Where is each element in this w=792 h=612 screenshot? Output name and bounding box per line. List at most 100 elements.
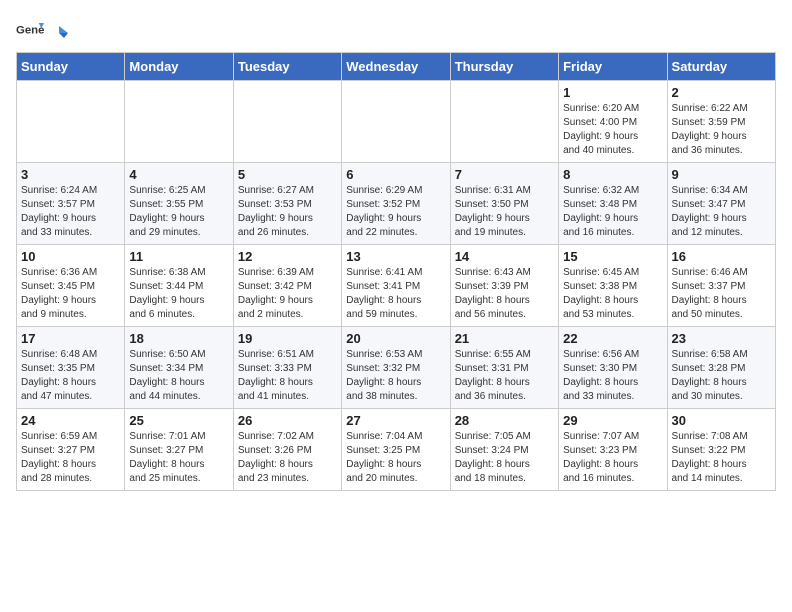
day-header-thursday: Thursday (450, 53, 558, 81)
day-number: 14 (455, 249, 554, 264)
day-number: 10 (21, 249, 120, 264)
page-header: General (16, 16, 776, 44)
day-number: 12 (238, 249, 337, 264)
day-info: Sunrise: 6:27 AM Sunset: 3:53 PM Dayligh… (238, 184, 337, 240)
day-number: 2 (672, 85, 771, 100)
day-header-monday: Monday (125, 53, 233, 81)
day-number: 6 (346, 167, 445, 182)
calendar-cell: 19 Sunrise: 6:51 AM Sunset: 3:33 PM Dayli… (233, 327, 341, 409)
calendar-cell: 1 Sunrise: 6:20 AM Sunset: 4:00 PM Daylig… (559, 81, 667, 163)
day-header-tuesday: Tuesday (233, 53, 341, 81)
day-number: 4 (129, 167, 228, 182)
calendar-cell: 25 Sunrise: 7:01 AM Sunset: 3:27 PM Dayli… (125, 409, 233, 491)
calendar-cell: 24Sunrise: 6:59 AM Sunset: 3:27 PM Dayli… (17, 409, 125, 491)
calendar-cell: 9Sunrise: 6:34 AM Sunset: 3:47 PM Daylig… (667, 163, 775, 245)
day-number: 3 (21, 167, 120, 182)
day-number: 21 (455, 331, 554, 346)
day-number: 7 (455, 167, 554, 182)
calendar-cell: 11 Sunrise: 6:38 AM Sunset: 3:44 PM Dayli… (125, 245, 233, 327)
calendar-cell: 20 Sunrise: 6:53 AM Sunset: 3:32 PM Dayli… (342, 327, 450, 409)
calendar-cell: 15 Sunrise: 6:45 AM Sunset: 3:38 PM Dayli… (559, 245, 667, 327)
day-info: Sunrise: 6:20 AM Sunset: 4:00 PM Dayligh… (563, 102, 662, 158)
calendar-cell (233, 81, 341, 163)
day-info: Sunrise: 7:04 AM Sunset: 3:25 PM Dayligh… (346, 430, 445, 486)
svg-text:General: General (16, 25, 44, 37)
calendar-cell: 8 Sunrise: 6:32 AM Sunset: 3:48 PM Daylig… (559, 163, 667, 245)
calendar-cell: 12 Sunrise: 6:39 AM Sunset: 3:42 PM Dayli… (233, 245, 341, 327)
calendar-cell: 23 Sunrise: 6:58 AM Sunset: 3:28 PM Dayli… (667, 327, 775, 409)
calendar-cell (450, 81, 558, 163)
day-number: 28 (455, 413, 554, 428)
calendar-cell: 26Sunrise: 7:02 AM Sunset: 3:26 PM Dayli… (233, 409, 341, 491)
calendar-cell (17, 81, 125, 163)
logo: General (16, 16, 68, 44)
day-info: Sunrise: 6:58 AM Sunset: 3:28 PM Dayligh… (672, 348, 771, 404)
calendar-cell: 5 Sunrise: 6:27 AM Sunset: 3:53 PM Daylig… (233, 163, 341, 245)
day-info: Sunrise: 6:56 AM Sunset: 3:30 PM Dayligh… (563, 348, 662, 404)
calendar-cell: 14Sunrise: 6:43 AM Sunset: 3:39 PM Dayli… (450, 245, 558, 327)
day-info: Sunrise: 6:46 AM Sunset: 3:37 PM Dayligh… (672, 266, 771, 322)
calendar-week-row: 3 Sunrise: 6:24 AM Sunset: 3:57 PM Daylig… (17, 163, 776, 245)
day-number: 1 (563, 85, 662, 100)
calendar-cell: 6 Sunrise: 6:29 AM Sunset: 3:52 PM Daylig… (342, 163, 450, 245)
day-number: 23 (672, 331, 771, 346)
calendar-cell: 13 Sunrise: 6:41 AM Sunset: 3:41 PM Dayli… (342, 245, 450, 327)
calendar-cell: 30 Sunrise: 7:08 AM Sunset: 3:22 PM Dayli… (667, 409, 775, 491)
day-number: 18 (129, 331, 228, 346)
day-info: Sunrise: 6:48 AM Sunset: 3:35 PM Dayligh… (21, 348, 120, 404)
day-header-sunday: Sunday (17, 53, 125, 81)
day-info: Sunrise: 6:36 AM Sunset: 3:45 PM Dayligh… (21, 266, 120, 322)
calendar-cell: 27 Sunrise: 7:04 AM Sunset: 3:25 PM Dayli… (342, 409, 450, 491)
day-number: 24 (21, 413, 120, 428)
calendar-week-row: 10 Sunrise: 6:36 AM Sunset: 3:45 PM Dayli… (17, 245, 776, 327)
day-info: Sunrise: 6:51 AM Sunset: 3:33 PM Dayligh… (238, 348, 337, 404)
calendar-cell: 7 Sunrise: 6:31 AM Sunset: 3:50 PM Daylig… (450, 163, 558, 245)
calendar-cell: 10 Sunrise: 6:36 AM Sunset: 3:45 PM Dayli… (17, 245, 125, 327)
calendar-cell: 4 Sunrise: 6:25 AM Sunset: 3:55 PM Daylig… (125, 163, 233, 245)
day-info: Sunrise: 7:08 AM Sunset: 3:22 PM Dayligh… (672, 430, 771, 486)
day-number: 25 (129, 413, 228, 428)
day-header-wednesday: Wednesday (342, 53, 450, 81)
day-info: Sunrise: 7:02 AM Sunset: 3:26 PM Dayligh… (238, 430, 337, 486)
day-info: Sunrise: 6:29 AM Sunset: 3:52 PM Dayligh… (346, 184, 445, 240)
day-number: 27 (346, 413, 445, 428)
day-number: 19 (238, 331, 337, 346)
day-info: Sunrise: 6:34 AM Sunset: 3:47 PM Dayligh… (672, 184, 771, 240)
day-number: 15 (563, 249, 662, 264)
calendar-cell: 21 Sunrise: 6:55 AM Sunset: 3:31 PM Dayli… (450, 327, 558, 409)
day-info: Sunrise: 6:24 AM Sunset: 3:57 PM Dayligh… (21, 184, 120, 240)
calendar-cell (342, 81, 450, 163)
day-info: Sunrise: 6:31 AM Sunset: 3:50 PM Dayligh… (455, 184, 554, 240)
calendar-week-row: 17Sunrise: 6:48 AM Sunset: 3:35 PM Dayli… (17, 327, 776, 409)
logo-icon: General (16, 16, 44, 44)
day-info: Sunrise: 7:07 AM Sunset: 3:23 PM Dayligh… (563, 430, 662, 486)
day-info: Sunrise: 6:25 AM Sunset: 3:55 PM Dayligh… (129, 184, 228, 240)
day-info: Sunrise: 6:32 AM Sunset: 3:48 PM Dayligh… (563, 184, 662, 240)
day-number: 5 (238, 167, 337, 182)
calendar-cell: 29Sunrise: 7:07 AM Sunset: 3:23 PM Dayli… (559, 409, 667, 491)
calendar-header-row: SundayMondayTuesdayWednesdayThursdayFrid… (17, 53, 776, 81)
day-number: 30 (672, 413, 771, 428)
calendar-week-row: 24Sunrise: 6:59 AM Sunset: 3:27 PM Dayli… (17, 409, 776, 491)
day-number: 20 (346, 331, 445, 346)
calendar-cell: 22Sunrise: 6:56 AM Sunset: 3:30 PM Dayli… (559, 327, 667, 409)
day-info: Sunrise: 6:41 AM Sunset: 3:41 PM Dayligh… (346, 266, 445, 322)
day-header-friday: Friday (559, 53, 667, 81)
calendar-cell: 2 Sunrise: 6:22 AM Sunset: 3:59 PM Daylig… (667, 81, 775, 163)
day-info: Sunrise: 6:55 AM Sunset: 3:31 PM Dayligh… (455, 348, 554, 404)
logo-bird-icon (50, 24, 68, 42)
calendar-cell: 28 Sunrise: 7:05 AM Sunset: 3:24 PM Dayli… (450, 409, 558, 491)
day-info: Sunrise: 6:53 AM Sunset: 3:32 PM Dayligh… (346, 348, 445, 404)
day-number: 13 (346, 249, 445, 264)
day-info: Sunrise: 7:05 AM Sunset: 3:24 PM Dayligh… (455, 430, 554, 486)
day-info: Sunrise: 7:01 AM Sunset: 3:27 PM Dayligh… (129, 430, 228, 486)
day-info: Sunrise: 6:38 AM Sunset: 3:44 PM Dayligh… (129, 266, 228, 322)
calendar-cell: 18 Sunrise: 6:50 AM Sunset: 3:34 PM Dayli… (125, 327, 233, 409)
day-number: 11 (129, 249, 228, 264)
day-info: Sunrise: 6:39 AM Sunset: 3:42 PM Dayligh… (238, 266, 337, 322)
calendar-cell: 17Sunrise: 6:48 AM Sunset: 3:35 PM Dayli… (17, 327, 125, 409)
day-info: Sunrise: 6:45 AM Sunset: 3:38 PM Dayligh… (563, 266, 662, 322)
day-info: Sunrise: 6:50 AM Sunset: 3:34 PM Dayligh… (129, 348, 228, 404)
day-info: Sunrise: 6:22 AM Sunset: 3:59 PM Dayligh… (672, 102, 771, 158)
day-number: 8 (563, 167, 662, 182)
